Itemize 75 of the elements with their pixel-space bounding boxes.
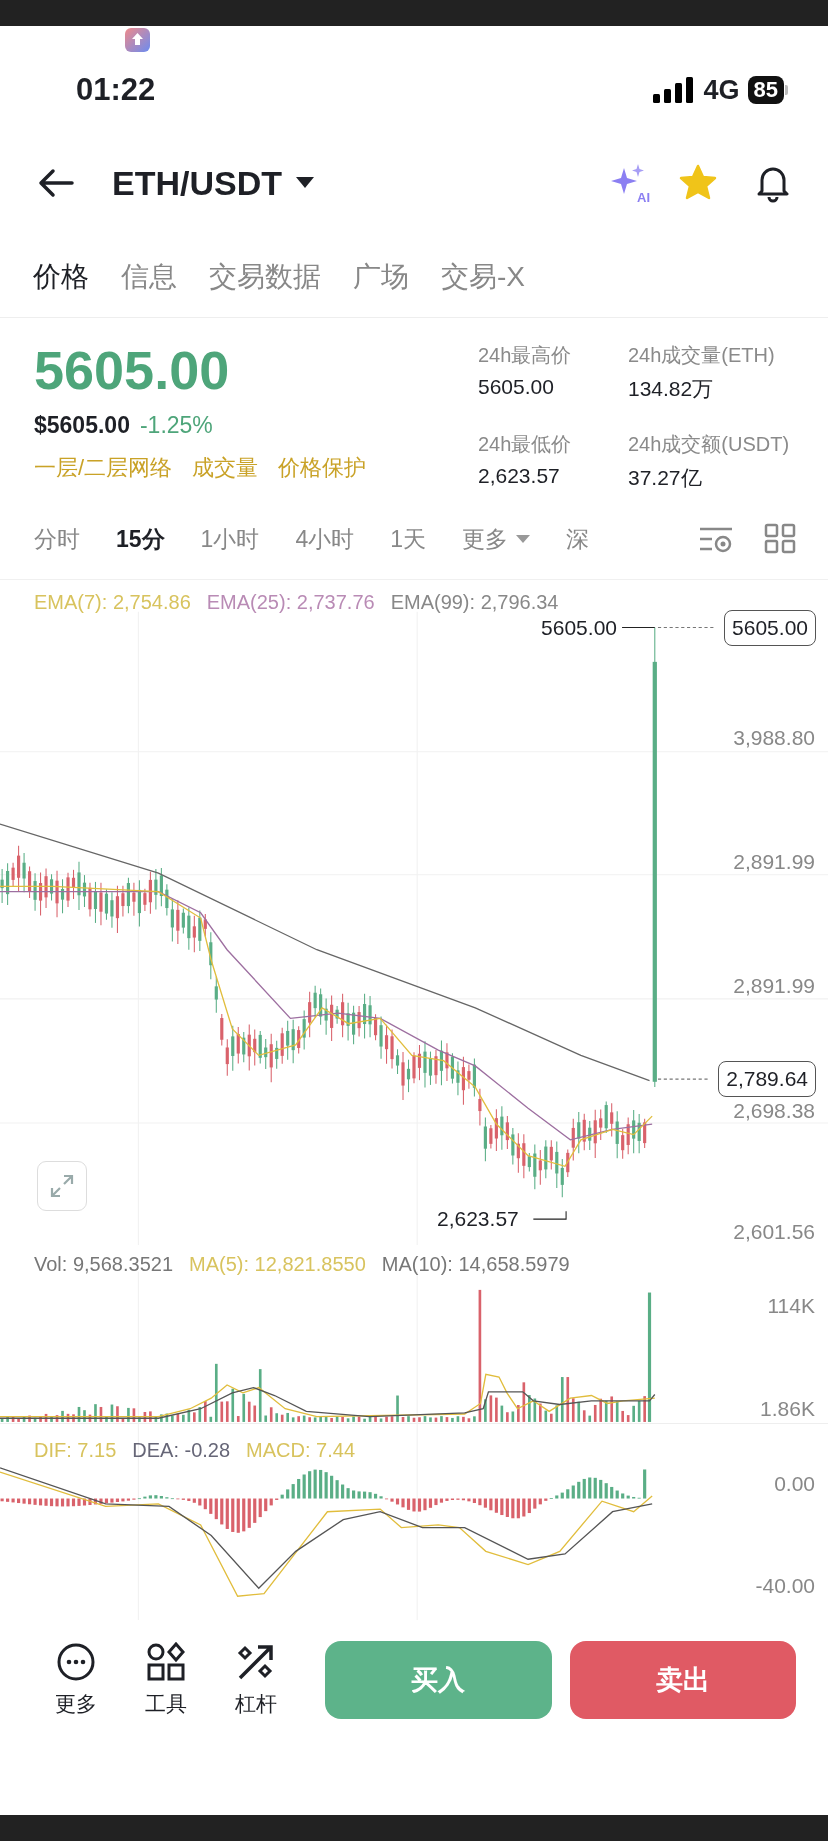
battery-cap: [785, 85, 788, 95]
stat-value: 5605.00: [478, 375, 555, 399]
axis-label: 0.00: [774, 1472, 815, 1496]
battery-level: 85: [747, 76, 784, 104]
interval-tab[interactable]: 1天: [390, 523, 426, 555]
expand-button[interactable]: [37, 1161, 87, 1211]
price-tag: 2,789.64: [718, 1061, 816, 1097]
price-tag: 5605.00: [724, 610, 816, 646]
pair-title[interactable]: ETH/USDT: [112, 163, 282, 203]
stat-label: 24h成交量(ETH): [628, 343, 776, 368]
leader-line: [532, 1210, 567, 1220]
interval-tab[interactable]: 4小时: [295, 523, 355, 555]
caret-icon: [516, 534, 530, 544]
grid-icon: [762, 523, 798, 555]
stat-label: 24h最低价: [478, 431, 573, 457]
back-arrow-icon[interactable]: [38, 168, 74, 198]
indicator-value: DEA: -0.28: [132, 1438, 231, 1462]
tab[interactable]: 交易数据: [209, 258, 321, 316]
tag-link[interactable]: 成交量: [192, 453, 259, 483]
signal-icon: [653, 77, 696, 103]
toolbar-button[interactable]: 更多: [55, 1642, 97, 1718]
axis-label: 2,891.99: [733, 850, 815, 874]
tab[interactable]: 广场: [353, 258, 409, 316]
percent-arrow-icon: [236, 1642, 276, 1682]
low-price-label: 2,623.57: [437, 1207, 519, 1231]
caret-icon[interactable]: [296, 177, 314, 189]
usd-price: $5605.00: [34, 412, 130, 439]
axis-label: -40.00: [755, 1574, 815, 1598]
price-line: [657, 1078, 711, 1080]
axis-label: 3,988.80: [733, 726, 815, 750]
shapes-icon: [146, 1642, 186, 1682]
more-icon: [56, 1642, 96, 1682]
stat-label: 24h最高价: [478, 343, 573, 368]
indicator-value: Vol: 9,568.3521: [34, 1252, 173, 1276]
stat-label: 24h成交额(USDT): [628, 431, 791, 457]
tab[interactable]: 交易-X: [441, 258, 525, 316]
clock-time: 01:22: [76, 72, 156, 108]
tag-link[interactable]: 价格保护: [278, 453, 367, 483]
tab[interactable]: 信息: [121, 258, 177, 316]
toolbar-button[interactable]: 工具: [145, 1642, 187, 1718]
indicator-value: EMA(25): 2,737.76: [206, 590, 375, 614]
stat-value: 2,623.57: [478, 463, 561, 488]
indicator-value: EMA(99): 2,796.34: [390, 590, 559, 614]
indicator-value: MACD: 7.44: [246, 1438, 356, 1462]
stat-value: 37.27亿: [628, 464, 703, 491]
price-change: -1.25%: [139, 412, 213, 439]
interval-tab[interactable]: 深: [566, 523, 589, 555]
expand-icon: [49, 1173, 75, 1199]
sell-button[interactable]: 卖出: [570, 1641, 796, 1719]
stat-value: 134.82万: [628, 376, 715, 402]
leader-line: [621, 627, 656, 629]
indicator-value: EMA(7): 2,754.86: [34, 590, 191, 614]
axis-label: 2,891.99: [733, 974, 815, 998]
indicator-value: MA(10): 14,658.5979: [381, 1252, 570, 1276]
toolbar-button[interactable]: 杠杆: [235, 1642, 277, 1718]
interval-tab[interactable]: 1小时: [200, 523, 260, 555]
layout-button[interactable]: [762, 523, 798, 555]
interval-tab[interactable]: 更多: [462, 523, 530, 555]
tag-link[interactable]: 一层/二层网络: [34, 453, 173, 483]
axis-label: 1.86K: [760, 1397, 815, 1421]
tab[interactable]: 价格: [33, 258, 89, 316]
axis-label: 2,698.38: [733, 1099, 815, 1123]
indicator-value: MA(5): 12,821.8550: [189, 1252, 366, 1276]
buy-button[interactable]: 买入: [325, 1641, 552, 1719]
network-type: 4G: [703, 74, 740, 106]
last-price: 5605.00: [34, 340, 231, 400]
high-price-label: 5605.00: [541, 616, 617, 640]
axis-label: 114K: [767, 1294, 815, 1318]
interval-tab[interactable]: 15分: [116, 523, 165, 555]
app-notification-icon: [125, 28, 150, 52]
price-line: [657, 627, 715, 629]
indicator-value: DIF: 7.15: [34, 1438, 117, 1462]
interval-tab[interactable]: 分时: [34, 523, 80, 555]
ai-assistant-button[interactable]: AI: [606, 161, 650, 205]
axis-label: 2,601.56: [733, 1220, 815, 1244]
